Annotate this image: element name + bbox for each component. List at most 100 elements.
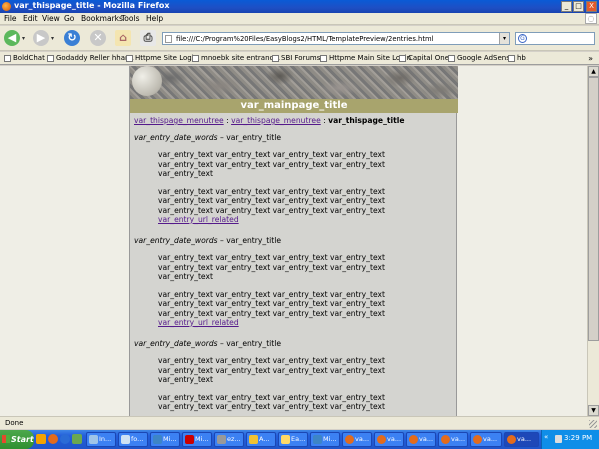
entry-related-link[interactable]: var_entry_url_related [158,318,239,327]
firefox-icon [441,435,450,444]
resize-grip-icon[interactable] [589,420,597,428]
app-icon [313,435,322,444]
bookmark-item[interactable]: Capital One [399,53,449,64]
blog-entry: var_entry_date_words – var_entry_title v… [134,236,414,328]
vertical-scrollbar[interactable]: ▲ ▼ [587,66,599,416]
breadcrumb-link[interactable]: var_thispage_menutree [134,116,224,125]
bookmark-item[interactable]: hb [508,53,526,64]
bookmark-icon [126,55,133,62]
entry-paragraph: var_entry_text var_entry_text var_entry_… [158,186,385,215]
quicklaunch-icon[interactable] [72,434,82,444]
url-dropdown-icon[interactable]: ▾ [499,33,509,44]
taskbar-button[interactable]: va... [470,432,502,447]
app-icon [153,435,162,444]
scroll-up-icon[interactable]: ▲ [588,66,599,77]
firefox-icon [507,435,516,444]
maximize-button[interactable]: □ [573,1,584,12]
taskbar-button[interactable]: In... [86,432,116,447]
taskbar-button[interactable]: ez... [214,432,244,447]
entry-paragraph: var_entry_text var_entry_text var_entry_… [158,253,385,281]
scroll-down-icon[interactable]: ▼ [588,405,599,416]
bookmark-icon [272,55,279,62]
tray-expand-chevron[interactable]: « [544,433,548,441]
url-bar[interactable]: ▾ [162,32,510,45]
bookmark-item[interactable]: Godaddy Reller hhar... [47,53,134,64]
firefox-icon [2,2,11,11]
entry-paragraph: var_entry_text var_entry_text var_entry_… [158,150,385,178]
back-arrow-icon[interactable]: ◀ [4,30,20,46]
window-title: var_thispage_title - Mozilla Firefox [14,1,170,10]
navigation-toolbar: ◀ ▾ ▶ ▾ ↻ ✕ ⌂ ⎙ ▾ G [0,26,599,51]
menu-tools[interactable]: Tools [121,14,139,23]
menu-view[interactable]: View [42,14,60,23]
taskbar-button[interactable]: Ea... [278,432,308,447]
taskbar-button[interactable]: A... [246,432,276,447]
throbber-icon: ◌ [585,13,597,24]
entry-header: var_entry_date_words – var_entry_title [134,339,282,348]
taskbar-button[interactable]: Mi... [310,432,340,447]
taskbar-button[interactable]: va... [406,432,436,447]
menu-bookmarks[interactable]: Bookmarks [81,14,123,23]
quicklaunch-ie-icon[interactable] [60,434,70,444]
entry-related-link[interactable]: var_entry_url_related [158,215,239,224]
menu-bar: File Edit View Go Bookmarks Tools Help ◌ [0,13,599,25]
reload-icon[interactable]: ↻ [64,30,80,46]
close-button[interactable]: X [586,1,597,12]
taskbar-button[interactable]: Mi... [182,432,212,447]
back-dropdown-icon[interactable]: ▾ [22,36,27,42]
bookmark-item[interactable]: Httpme Site Login [126,53,198,64]
entry-paragraph: var_entry_text var_entry_text var_entry_… [158,289,385,318]
tray-icon[interactable] [555,435,562,443]
forward-arrow-icon[interactable]: ▶ [33,30,49,46]
bookmark-icon [192,55,199,62]
taskbar-button[interactable]: va... [438,432,468,447]
url-input[interactable] [176,33,496,44]
entry-header: var_entry_date_words – var_entry_title [134,236,282,245]
clock[interactable]: 3:29 PM [564,434,592,442]
bookmark-item[interactable]: mnoebk site entranc... [192,53,280,64]
menu-edit[interactable]: Edit [23,14,38,23]
bookmark-icon [399,55,406,62]
taskbar-button[interactable]: Mi... [150,432,180,447]
template-page: var_mainpage_title var_thispage_menutree… [129,66,458,416]
minimize-button[interactable]: _ [561,1,572,12]
breadcrumb-link[interactable]: var_thispage_menutree [231,116,321,125]
windows-taskbar: Start In... fo... Mi... Mi... ez... A...… [0,430,599,449]
forward-dropdown-icon[interactable]: ▾ [51,36,56,42]
quicklaunch-firefox-icon[interactable] [48,434,58,444]
page-favicon-icon [165,35,172,43]
quicklaunch-icon[interactable] [36,434,46,444]
search-engine-icon[interactable]: G [518,34,527,43]
app-icon [217,435,226,444]
menu-help[interactable]: Help [146,14,163,23]
bookmarks-overflow-chevron[interactable]: » [588,53,593,64]
bookmarks-toolbar: BoldChat Godaddy Reller hhar... Httpme S… [0,52,599,65]
firefox-icon [377,435,386,444]
bookmark-item[interactable]: SBI Forums [272,53,320,64]
bookmark-item[interactable]: Google AdSense [448,53,514,64]
stop-icon[interactable]: ✕ [90,30,106,46]
home-icon[interactable]: ⌂ [115,30,131,46]
entry-title: var_entry_title [226,236,282,245]
menu-go[interactable]: Go [64,14,74,23]
stone-ball-image [132,66,162,96]
taskbar-button[interactable]: va... [342,432,372,447]
bookmark-item[interactable]: BoldChat [4,53,45,64]
print-icon[interactable]: ⎙ [140,30,156,46]
start-button[interactable]: Start [0,430,34,449]
entry-title: var_entry_title [226,133,282,142]
menu-file[interactable]: File [4,14,17,23]
header-banner-image [130,66,458,99]
taskbar-button[interactable]: va... [374,432,404,447]
taskbar-button-active[interactable]: va... [504,432,539,447]
blog-entry: var_entry_date_words – var_entry_title v… [134,339,414,412]
firefox-icon [409,435,418,444]
window-titlebar[interactable]: var_thispage_title - Mozilla Firefox _ □… [0,0,599,13]
scrollbar-thumb[interactable] [588,77,599,341]
firefox-icon [345,435,354,444]
taskbar-button[interactable]: fo... [118,432,148,447]
app-icon [249,435,258,444]
bookmark-icon [4,55,11,62]
search-box[interactable]: G [515,32,595,45]
bookmark-item[interactable]: Httpme Main Site Login [320,53,411,64]
